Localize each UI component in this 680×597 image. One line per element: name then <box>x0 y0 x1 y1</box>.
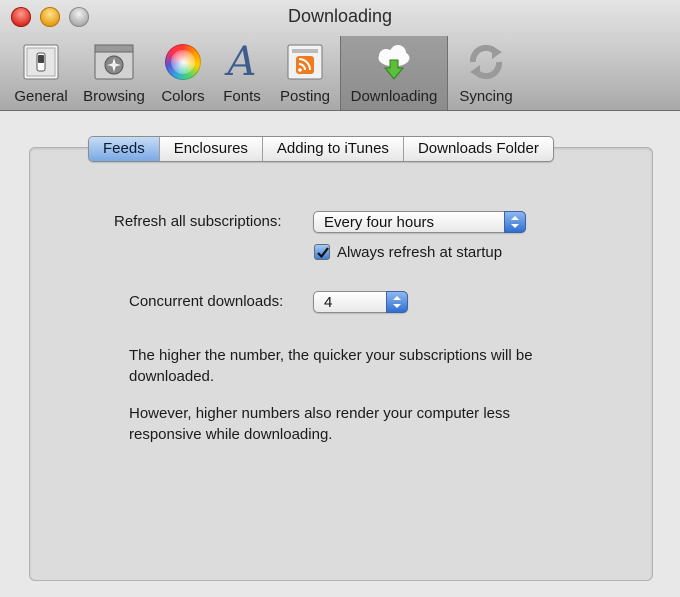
concurrent-downloads-select[interactable]: 4 <box>313 291 408 313</box>
browser-window-icon <box>92 40 136 84</box>
cloud-download-icon <box>372 40 416 84</box>
tab-enclosures[interactable]: Enclosures <box>158 137 262 161</box>
refresh-interval-value: Every four hours <box>324 214 435 231</box>
toolbar-item-fonts[interactable]: A Fonts <box>214 36 270 110</box>
checkmark-icon <box>317 247 329 259</box>
toolbar-label-general: General <box>14 88 68 105</box>
select-arrows-icon <box>504 211 526 233</box>
font-letter-a-icon: A <box>227 39 257 85</box>
tab-feeds[interactable]: Feeds <box>89 137 159 161</box>
toolbar-label-downloading: Downloading <box>350 88 438 105</box>
select-arrows-icon <box>386 291 408 313</box>
sync-arrows-icon <box>464 40 508 84</box>
tab-downloads-folder[interactable]: Downloads Folder <box>402 137 553 161</box>
toolbar-label-browsing: Browsing <box>83 88 145 105</box>
titlebar: Downloading General Browsing Colors A Fo… <box>0 0 680 111</box>
toolbar-item-colors[interactable]: Colors <box>152 36 214 110</box>
toolbar-label-colors: Colors <box>161 88 205 105</box>
tab-adding-to-itunes[interactable]: Adding to iTunes <box>261 137 403 161</box>
toolbar-label-posting: Posting <box>279 88 331 105</box>
refresh-label: Refresh all subscriptions: <box>114 213 282 230</box>
preferences-toolbar: General Browsing Colors A Fonts Posting … <box>6 36 524 110</box>
window-title: Downloading <box>287 6 393 26</box>
concurrent-downloads-label: Concurrent downloads: <box>129 293 284 310</box>
toolbar-label-syncing: Syncing <box>459 88 513 105</box>
toolbar-item-general[interactable]: General <box>6 36 76 110</box>
tab-bar: Feeds Enclosures Adding to iTunes Downlo… <box>88 136 554 162</box>
help-text-responsiveness: However, higher numbers also render your… <box>129 405 511 443</box>
refresh-interval-select[interactable]: Every four hours <box>313 211 526 233</box>
preferences-content: Feeds Enclosures Adding to iTunes Downlo… <box>0 111 680 597</box>
toolbar-item-syncing[interactable]: Syncing <box>448 36 524 110</box>
toolbar-label-fonts: Fonts <box>223 88 261 105</box>
toolbar-item-posting[interactable]: Posting <box>270 36 340 110</box>
refresh-at-startup-label: Always refresh at startup <box>337 244 503 261</box>
concurrent-downloads-value: 4 <box>324 294 333 311</box>
refresh-at-startup-checkbox[interactable] <box>314 244 330 260</box>
toolbar-item-browsing[interactable]: Browsing <box>76 36 152 110</box>
rss-icon <box>283 40 327 84</box>
switch-icon <box>19 40 63 84</box>
color-wheel-icon <box>161 40 205 84</box>
help-text-speed: The higher the number, the quicker your … <box>129 347 533 385</box>
toolbar-item-downloading[interactable]: Downloading <box>340 36 448 110</box>
preferences-window: Downloading General Browsing Colors A Fo… <box>0 0 680 597</box>
